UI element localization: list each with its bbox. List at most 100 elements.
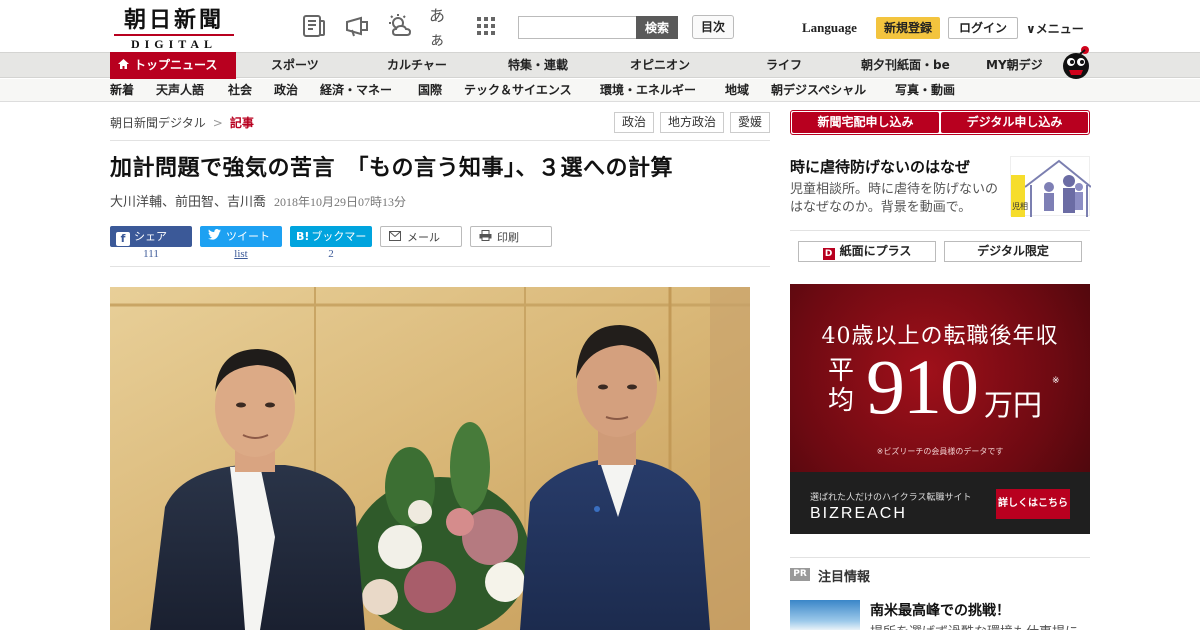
breadcrumb-home[interactable]: 朝日新聞デジタル: [110, 116, 206, 130]
logo-digital: DIGITAL: [114, 34, 234, 52]
hatena-bookmark-icon: B!: [296, 230, 310, 243]
breadcrumb-current: 記事: [229, 116, 254, 130]
register-button[interactable]: 新規登録: [876, 17, 940, 39]
site-header: 朝日新聞 DIGITAL あぁ 検索 目次 Language 新規登録 ログイン…: [0, 0, 1200, 52]
nav-opinion[interactable]: オピニオン: [630, 53, 690, 78]
nav-top-news[interactable]: トップニュース: [110, 52, 236, 79]
hatena-bookmark-count[interactable]: 2: [290, 248, 372, 260]
nav2-latest[interactable]: 新着: [110, 79, 134, 101]
article-date: 2018年10月29日07時13分: [274, 195, 407, 209]
nav2-politics[interactable]: 政治: [274, 79, 298, 101]
divider: [790, 230, 1090, 231]
menu-button[interactable]: ∨メニュー: [1026, 20, 1084, 37]
pr-section-title: 注目情報: [818, 570, 871, 585]
nav2-special[interactable]: 朝デジスペシャル: [771, 79, 866, 101]
feature-sign-text: 児相: [1012, 201, 1028, 211]
pr-headline[interactable]: 南米最高峰での挑戦！: [870, 600, 1010, 620]
nav-top-news-label: トップニュース: [134, 58, 218, 72]
megaphone-icon[interactable]: [343, 12, 371, 40]
search-form: 検索: [518, 16, 678, 39]
tag-local-politics[interactable]: 地方政治: [659, 112, 724, 133]
nav2-tech-science[interactable]: テック＆サイエンス: [464, 79, 572, 101]
article-photo[interactable]: [110, 287, 750, 630]
divider: [790, 557, 1090, 558]
nav-features[interactable]: 特集・連載: [508, 53, 568, 78]
divider: [110, 140, 770, 141]
article-authors: 大川洋輔、前田智、吉川喬: [110, 195, 267, 210]
header-icon-bar: あぁ: [300, 6, 500, 49]
ad-brand-logo: BIZREACH: [810, 505, 907, 522]
ad-cta-button[interactable]: 詳しくはこちら: [996, 489, 1070, 519]
nav2-tensei-jingo[interactable]: 天声人語: [156, 79, 204, 101]
pr-subtext: 場所を選ばず過酷な環境も仕事場に: [870, 621, 1078, 630]
article-tags: 政治 地方政治 愛媛: [613, 112, 770, 133]
font-size-label: あぁ: [429, 6, 446, 49]
nav-sports[interactable]: スポーツ: [271, 53, 319, 78]
divider: [110, 266, 770, 267]
twitter-tweet-button[interactable]: ツイート: [200, 226, 282, 247]
mail-share-button[interactable]: メール: [380, 226, 462, 247]
printer-icon: [477, 227, 493, 248]
language-link[interactable]: Language: [802, 20, 857, 36]
digital-badge-icon: D: [822, 248, 835, 260]
nav2-region[interactable]: 地域: [725, 79, 749, 101]
nav2-economy[interactable]: 経済・マネー: [320, 79, 392, 101]
nav2-international[interactable]: 国際: [418, 79, 442, 101]
article-headline: 加計問題で強気の苦言 「もの言う知事」、３選への計算: [110, 156, 674, 181]
digital-only-button[interactable]: デジタル限定: [944, 241, 1082, 262]
paper-plus-label: 紙面にプラス: [839, 244, 912, 258]
tag-ehime[interactable]: 愛媛: [729, 112, 770, 133]
feature-thumbnail[interactable]: 児相: [1010, 156, 1092, 217]
pr-badge: PR: [790, 568, 810, 581]
logo-japanese: 朝日新聞: [123, 7, 224, 33]
paper-plus-button[interactable]: D 紙面にプラス: [798, 241, 936, 262]
nav2-photo-video[interactable]: 写真・動画: [895, 79, 955, 101]
digital-subscribe-button[interactable]: デジタル申し込み: [941, 112, 1088, 133]
facebook-share-label: シェア: [134, 230, 167, 243]
site-logo[interactable]: 朝日新聞 DIGITAL: [114, 8, 234, 52]
bizreach-ad[interactable]: 40歳以上の転職後年収 平均 910 万円 ※ ※ビズリーチの会員様のデータです…: [790, 284, 1090, 534]
breadcrumb-separator: >: [212, 116, 223, 130]
weather-icon[interactable]: [386, 12, 414, 40]
facebook-share-button[interactable]: f シェア: [110, 226, 192, 247]
subscription-bar: 新聞宅配申し込み デジタル申し込み: [790, 110, 1090, 135]
ad-footnote: ※ビズリーチの会員様のデータです: [876, 447, 1004, 456]
search-input[interactable]: [518, 16, 636, 39]
mascot-icon[interactable]: [1060, 44, 1092, 80]
contents-button[interactable]: 目次: [692, 15, 734, 39]
nav-life[interactable]: ライフ: [766, 53, 802, 78]
twitter-list-link[interactable]: list: [200, 248, 282, 260]
breadcrumb: 朝日新聞デジタル > 記事: [110, 114, 254, 131]
print-button[interactable]: 印刷: [470, 226, 552, 247]
nav-culture[interactable]: カルチャー: [387, 53, 447, 78]
newspaper-delivery-button[interactable]: 新聞宅配申し込み: [792, 112, 939, 133]
ad-salary-number: 910: [866, 343, 979, 430]
facebook-icon: f: [116, 232, 130, 246]
ad-footer: 選ばれた人だけのハイクラス転職サイト BIZREACH 詳しくはこちら: [790, 472, 1090, 534]
mail-share-label: メール: [407, 231, 440, 244]
feature-title[interactable]: 時に虐待防げないのはなぜ: [790, 156, 970, 177]
twitter-bird-icon: [206, 226, 222, 247]
login-button[interactable]: ログイン: [948, 17, 1018, 39]
facebook-share-count[interactable]: 111: [110, 248, 192, 260]
ad-footnote-mark: ※: [1052, 376, 1060, 386]
nav-paper[interactable]: 朝夕刊紙面・be: [861, 53, 950, 78]
feature-description: 児童相談所。時に虐待を防げないのはなぜなのか。背景を動画で。: [790, 182, 999, 215]
font-size-icon[interactable]: あぁ: [429, 6, 457, 49]
pr-thumbnail[interactable]: [790, 600, 860, 630]
search-button[interactable]: 検索: [636, 16, 678, 39]
app-grid-icon[interactable]: [472, 12, 500, 40]
ad-site-tagline: 選ばれた人だけのハイクラス転職サイト: [810, 493, 972, 503]
nav-my-asahi[interactable]: MY朝デジ: [986, 53, 1043, 78]
mail-icon: [387, 227, 403, 248]
nav2-environment[interactable]: 環境・エネルギー: [600, 79, 696, 101]
print-label: 印刷: [497, 231, 519, 244]
secondary-nav: 新着 天声人語 社会 政治 経済・マネー 国際 テック＆サイエンス 環境・エネル…: [0, 79, 1200, 102]
article-photo-image: [110, 287, 750, 630]
house-illustration-icon: 児相: [1011, 159, 1092, 217]
newspaper-icon[interactable]: [300, 12, 328, 40]
nav2-society[interactable]: 社会: [228, 79, 252, 101]
tag-politics[interactable]: 政治: [613, 112, 654, 133]
twitter-tweet-label: ツイート: [226, 230, 270, 243]
hatena-bookmark-button[interactable]: B! ブックマーク: [290, 226, 372, 264]
